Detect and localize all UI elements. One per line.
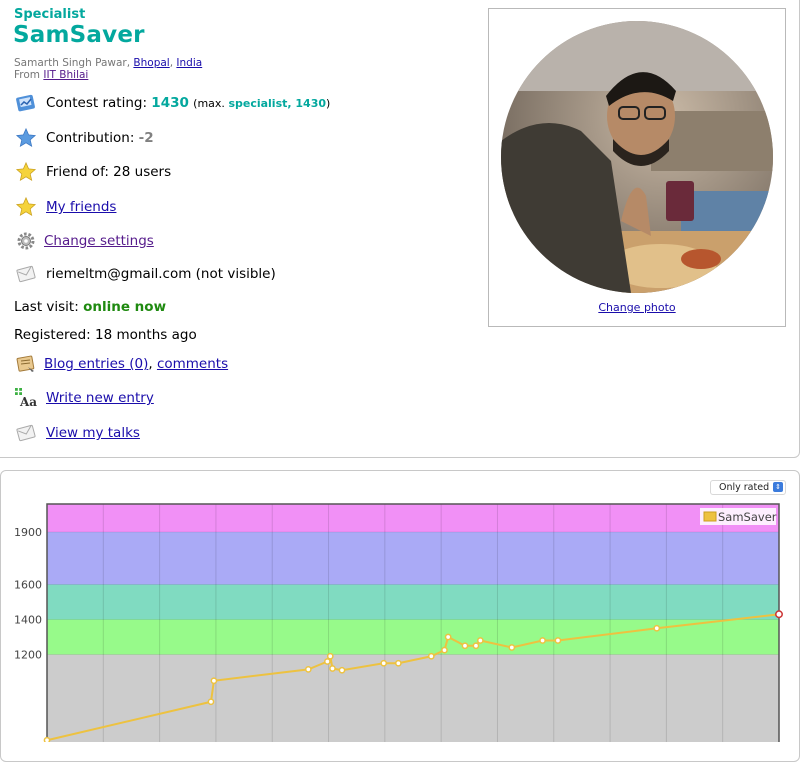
rating-point — [554, 637, 562, 644]
y-tick-label: 1900 — [14, 526, 42, 539]
y-tick-label: 1600 — [14, 579, 42, 592]
rating-point — [508, 644, 516, 651]
rating-point — [395, 659, 402, 667]
rating-point — [472, 642, 480, 650]
rating-band — [47, 584, 779, 620]
rating-chart: 1200 1400 1600 1900 SamSaver — [14, 503, 783, 742]
rating-band — [47, 504, 779, 532]
rating-point — [539, 637, 546, 644]
legend-swatch — [703, 511, 717, 522]
rating-point — [207, 698, 215, 706]
rating-point — [326, 652, 334, 660]
rating-point — [427, 652, 435, 660]
rating-point — [380, 659, 388, 667]
rating-point — [775, 610, 783, 619]
rating-point — [329, 665, 336, 672]
rating-point — [338, 666, 346, 674]
rating-band — [47, 654, 779, 742]
y-tick-label: 1200 — [14, 649, 42, 662]
rating-point — [324, 658, 331, 665]
rating-point — [444, 633, 452, 641]
legend-label: SamSaver — [718, 510, 777, 524]
rating-band — [47, 619, 779, 655]
rating-point — [43, 736, 51, 742]
y-tick-label: 1400 — [14, 614, 42, 627]
rating-point — [653, 624, 661, 632]
rating-point — [441, 646, 448, 654]
rating-point — [210, 677, 218, 685]
rating-point — [461, 642, 469, 650]
rating-band — [47, 532, 779, 585]
rating-point — [476, 637, 484, 644]
rating-point — [304, 666, 312, 673]
